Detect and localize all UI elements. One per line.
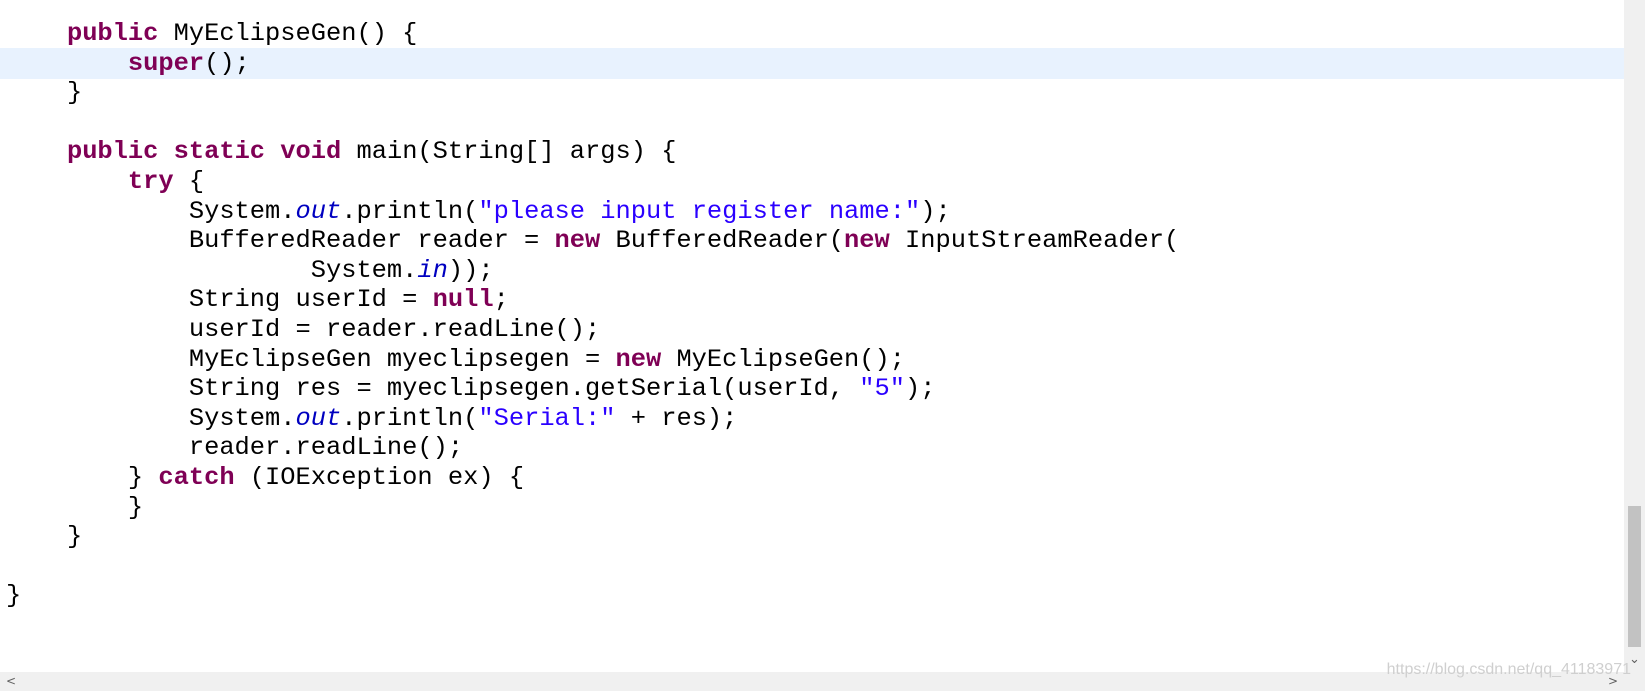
keyword-token: public bbox=[66, 137, 159, 167]
code-token: ); bbox=[920, 196, 951, 226]
code-token: System. bbox=[6, 196, 296, 226]
code-line[interactable]: System.in)); bbox=[0, 255, 1624, 286]
code-token: String userId = bbox=[6, 285, 433, 315]
horizontal-scrollbar[interactable]: < > bbox=[0, 672, 1624, 691]
code-line[interactable]: } bbox=[0, 77, 1624, 108]
code-token: + res); bbox=[615, 403, 738, 433]
code-token: .println( bbox=[341, 403, 479, 433]
code-token: )); bbox=[447, 255, 494, 285]
code-token: System. bbox=[6, 403, 296, 433]
code-line[interactable]: public static void main(String[] args) { bbox=[0, 136, 1624, 167]
code-text: System.out.println("Serial:" + res); bbox=[6, 403, 738, 434]
code-text: public static void main(String[] args) { bbox=[6, 136, 677, 167]
keyword-token: static bbox=[173, 137, 266, 167]
code-token: } bbox=[6, 78, 83, 108]
code-text: System.in)); bbox=[6, 255, 494, 286]
code-text: reader.readLine(); bbox=[6, 432, 463, 463]
code-token: BufferedReader( bbox=[600, 226, 845, 256]
code-text: } bbox=[6, 580, 21, 611]
code-line[interactable]: try { bbox=[0, 166, 1624, 197]
code-line[interactable]: } bbox=[0, 521, 1624, 552]
code-token: } bbox=[6, 522, 83, 552]
code-token: } bbox=[6, 463, 159, 492]
code-text: } bbox=[6, 77, 82, 108]
code-token: } bbox=[6, 581, 22, 611]
string-token: "Serial:" bbox=[478, 403, 616, 433]
code-line[interactable]: System.out.println("Serial:" + res); bbox=[0, 403, 1624, 434]
code-token: (IOException ex) { bbox=[234, 463, 525, 492]
vertical-scrollbar-thumb[interactable] bbox=[1628, 506, 1641, 647]
code-token: reader.readLine(); bbox=[6, 433, 464, 463]
code-editor[interactable]: public MyEclipseGen() { super(); } publi… bbox=[0, 0, 1624, 672]
code-line[interactable]: userId = reader.readLine(); bbox=[0, 314, 1624, 345]
code-text: System.out.println("please input registe… bbox=[6, 196, 951, 227]
code-line[interactable]: public MyEclipseGen() { bbox=[0, 18, 1624, 49]
code-token: ); bbox=[904, 374, 936, 404]
keyword-token: new bbox=[615, 344, 662, 374]
field-token: in bbox=[417, 255, 448, 285]
code-line[interactable]: String res = myeclipsegen.getSerial(user… bbox=[0, 373, 1624, 404]
code-text: MyEclipseGen myeclipsegen = new MyEclips… bbox=[6, 344, 905, 375]
code-token: System. bbox=[6, 255, 418, 285]
scroll-left-arrow-icon[interactable]: < bbox=[2, 672, 20, 691]
field-token: out bbox=[295, 196, 342, 226]
code-text: } catch (IOException ex) { bbox=[6, 462, 524, 493]
code-token: MyEclipseGen myeclipsegen = bbox=[6, 344, 616, 374]
keyword-token: null bbox=[432, 285, 494, 315]
code-line[interactable]: MyEclipseGen myeclipsegen = new MyEclips… bbox=[0, 344, 1624, 375]
code-token: BufferedReader reader = bbox=[6, 226, 555, 256]
code-text: userId = reader.readLine(); bbox=[6, 314, 600, 345]
code-token: MyEclipseGen(); bbox=[661, 344, 905, 374]
keyword-token: void bbox=[280, 137, 342, 167]
string-token: "please input register name:" bbox=[478, 196, 921, 226]
code-line[interactable] bbox=[0, 107, 1624, 138]
code-line[interactable]: String userId = null; bbox=[0, 284, 1624, 315]
code-text: super(); bbox=[6, 48, 250, 79]
keyword-token: try bbox=[127, 167, 174, 196]
code-token: userId = reader.readLine(); bbox=[6, 315, 601, 344]
code-token: ; bbox=[493, 285, 509, 315]
keyword-token: super bbox=[127, 48, 205, 78]
code-token: InputStreamReader( bbox=[889, 226, 1180, 256]
watermark: https://blog.csdn.net/qq_41183971 bbox=[1386, 661, 1631, 678]
keyword-token: public bbox=[66, 19, 159, 48]
code-line[interactable]: reader.readLine(); bbox=[0, 432, 1624, 463]
code-text: try { bbox=[6, 166, 204, 197]
code-text: BufferedReader reader = new BufferedRead… bbox=[6, 225, 1179, 256]
code-token: String res = myeclipsegen.getSerial(user… bbox=[6, 374, 860, 404]
code-line[interactable]: BufferedReader reader = new BufferedRead… bbox=[0, 225, 1624, 256]
code-text: } bbox=[6, 521, 82, 552]
current-code-line[interactable]: super(); bbox=[0, 47, 1624, 79]
field-token: out bbox=[295, 403, 342, 433]
code-token: (); bbox=[204, 48, 250, 78]
code-line[interactable] bbox=[0, 551, 1624, 582]
code-line[interactable]: } bbox=[0, 580, 1624, 611]
vertical-scrollbar[interactable]: ⌄ bbox=[1624, 0, 1645, 672]
string-token: "5" bbox=[859, 374, 905, 404]
code-text: String userId = null; bbox=[6, 284, 509, 315]
code-token: MyEclipseGen() { bbox=[158, 19, 418, 48]
code-token: { bbox=[173, 167, 205, 196]
code-text: public MyEclipseGen() { bbox=[6, 18, 417, 49]
code-token: main(String[] args) { bbox=[341, 137, 677, 167]
code-line[interactable]: System.out.println("please input registe… bbox=[0, 196, 1624, 227]
code-token: .println( bbox=[341, 196, 479, 226]
code-token: } bbox=[6, 492, 144, 522]
code-text: String res = myeclipsegen.getSerial(user… bbox=[6, 373, 936, 404]
keyword-token: new bbox=[844, 226, 890, 256]
code-line[interactable]: } catch (IOException ex) { bbox=[0, 462, 1624, 493]
keyword-token: catch bbox=[158, 463, 235, 492]
keyword-token: new bbox=[554, 226, 601, 256]
code-text: } bbox=[6, 492, 143, 523]
code-line[interactable]: } bbox=[0, 492, 1624, 523]
